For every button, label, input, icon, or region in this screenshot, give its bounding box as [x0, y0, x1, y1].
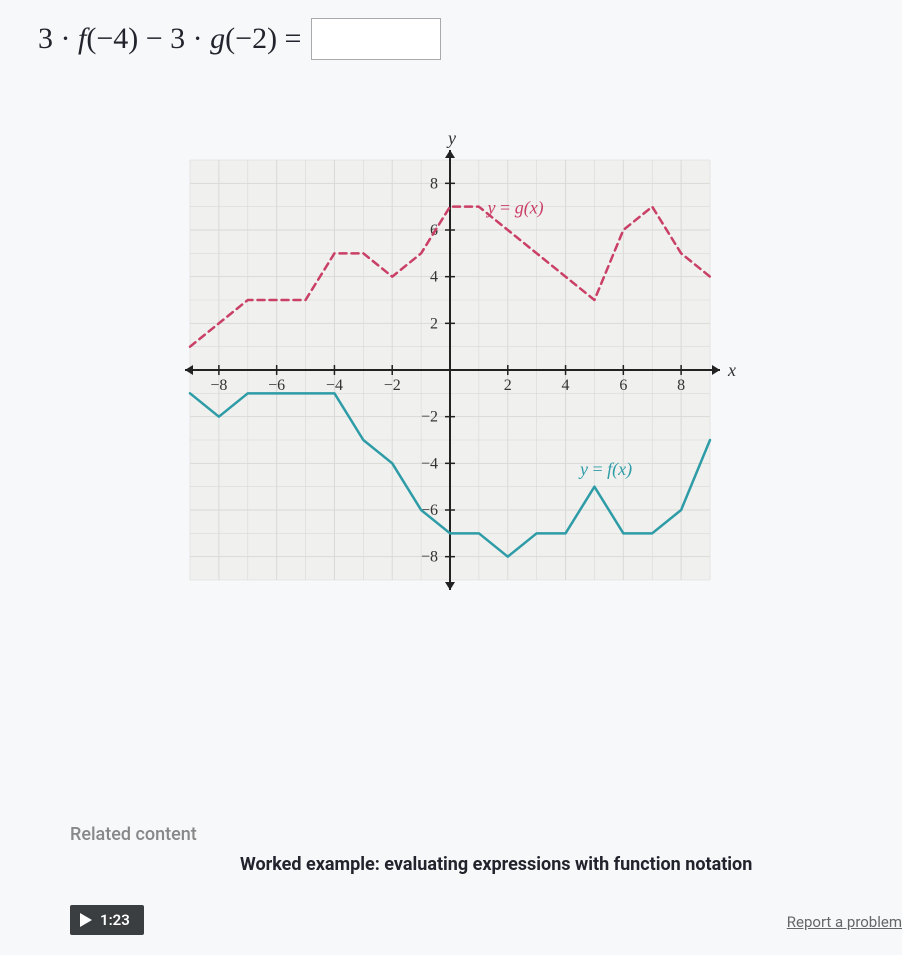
- svg-text:2: 2: [430, 315, 438, 332]
- video-thumbnail-duration[interactable]: 1:23: [70, 905, 144, 935]
- svg-text:4: 4: [562, 377, 570, 394]
- report-problem-link[interactable]: Report a problem: [787, 913, 902, 931]
- svg-text:x: x: [727, 360, 736, 380]
- svg-text:−8: −8: [210, 377, 227, 394]
- answer-input[interactable]: [311, 18, 441, 60]
- video-duration: 1:23: [100, 911, 130, 929]
- related-content-section: Related content Worked example: evaluati…: [70, 824, 902, 845]
- svg-text:4: 4: [430, 269, 438, 286]
- svg-text:y = g(x): y = g(x): [486, 198, 544, 219]
- svg-text:y: y: [446, 128, 456, 148]
- svg-text:y = f(x): y = f(x): [578, 459, 632, 480]
- svg-text:−8: −8: [421, 549, 438, 566]
- svg-text:−2: −2: [384, 377, 401, 394]
- svg-text:6: 6: [619, 377, 627, 394]
- function-graph: −8−6−4−22468−8−6−4−22468yxy = g(x)y = f(…: [150, 120, 750, 620]
- svg-text:−6: −6: [268, 377, 285, 394]
- equation-row: 3 · f(−4) − 3 · g(−2) =: [38, 18, 441, 60]
- svg-text:−2: −2: [421, 409, 438, 426]
- play-icon: [80, 913, 92, 927]
- equation-text: 3 · f(−4) − 3 · g(−2) =: [38, 22, 301, 56]
- related-video-title[interactable]: Worked example: evaluating expressions w…: [240, 854, 752, 875]
- svg-text:8: 8: [677, 377, 685, 394]
- svg-text:−4: −4: [326, 377, 343, 394]
- related-content-label: Related content: [70, 824, 902, 845]
- svg-text:8: 8: [430, 175, 438, 192]
- svg-text:2: 2: [504, 377, 512, 394]
- svg-text:−4: −4: [421, 455, 438, 472]
